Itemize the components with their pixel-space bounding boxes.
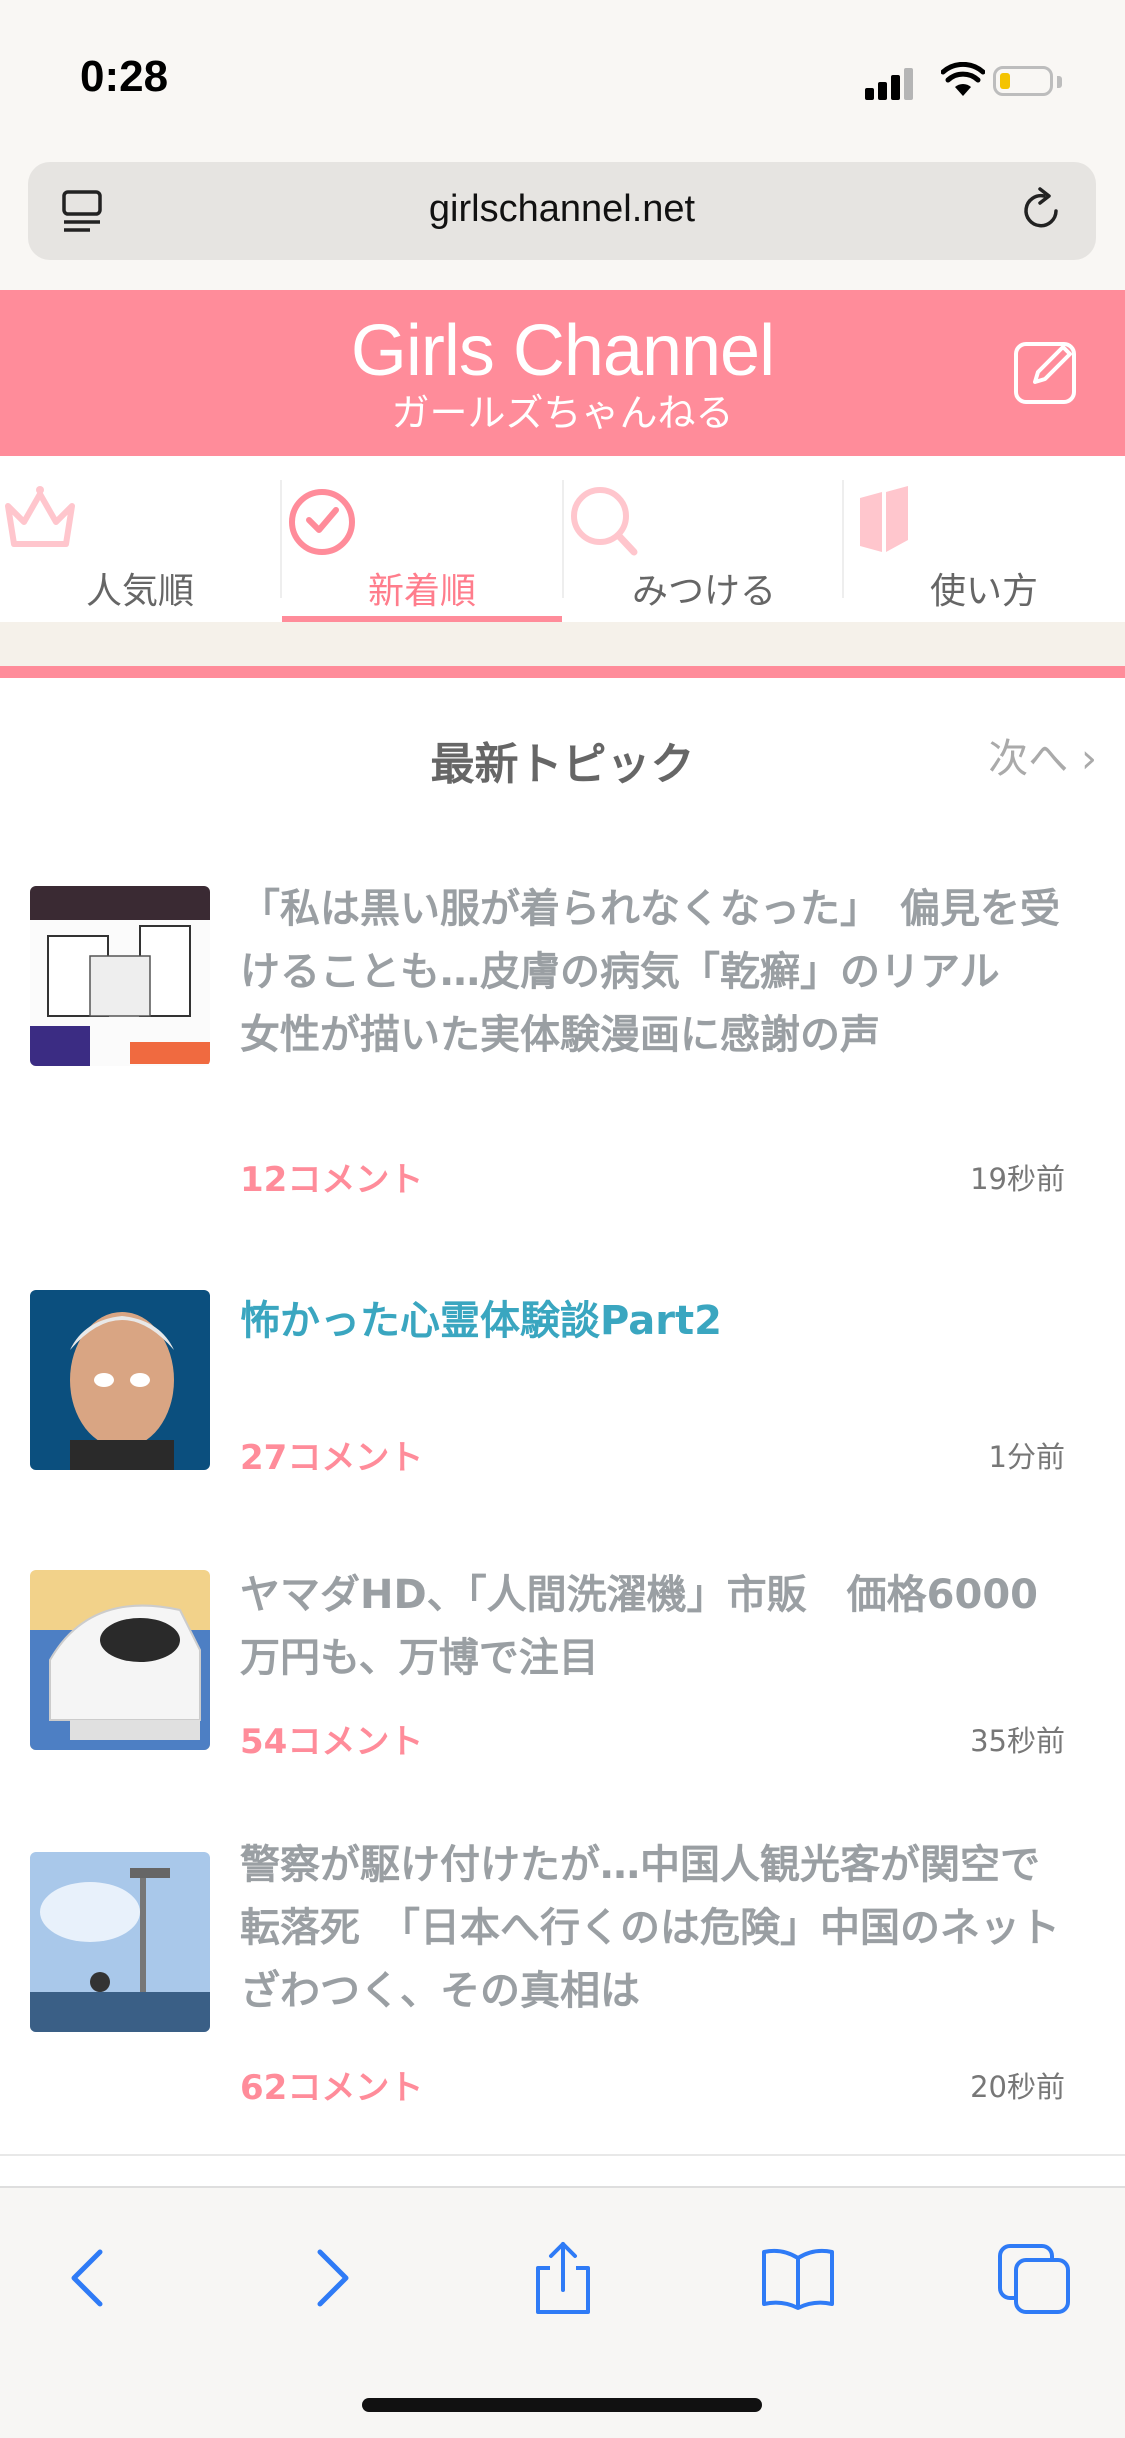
- topic-thumbnail: [30, 886, 210, 1066]
- topic-comment-count: 12コメント: [240, 1160, 424, 1200]
- site-header: Girls Channel ガールズちゃんねる: [0, 290, 1125, 456]
- topic-title[interactable]: 「私は黒い服が着られなくなった」 偏見を受けることも…皮膚の病気「乾癬」のリアル…: [240, 878, 1065, 1067]
- topic-title[interactable]: 怖かった心霊体験談Part2: [240, 1290, 1065, 1353]
- crown-icon: [5, 486, 75, 547]
- back-icon[interactable]: [60, 2238, 120, 2318]
- accent-line: [0, 666, 1125, 678]
- chevron-right-icon: ›: [1081, 736, 1097, 782]
- status-time: 0:28: [80, 52, 169, 101]
- tab-newest[interactable]: 新着順: [282, 456, 562, 622]
- forward-icon[interactable]: [300, 2238, 360, 2318]
- topic-comment-count: 62コメント: [240, 2068, 424, 2108]
- tab-popular-label: 人気順: [85, 571, 194, 612]
- compose-icon[interactable]: [1011, 336, 1081, 406]
- site-logo-subtitle: ガールズちゃんねる: [391, 391, 734, 435]
- topic-timestamp: 35秒前: [970, 1724, 1065, 1758]
- spacer-strip: [0, 622, 1125, 666]
- clock-icon: [289, 489, 355, 555]
- topic-thumbnail: [30, 1570, 210, 1750]
- topic-title[interactable]: 警察が駆け付けたが…中国人観光客が関空で転落死 「日本へ行くのは危険」中国のネッ…: [240, 1834, 1065, 2023]
- topic-thumbnail: [30, 1852, 210, 2032]
- next-page-link[interactable]: 次へ ›: [988, 726, 1097, 784]
- topic-timestamp: 19秒前: [970, 1162, 1065, 1196]
- share-icon[interactable]: [528, 2238, 598, 2318]
- wifi-icon: [941, 62, 985, 96]
- topic-title[interactable]: ヤマダHD、「人間洗濯機」市販 価格6000万円も、万博で注目: [240, 1564, 1065, 1690]
- url-text[interactable]: girlschannel.net: [28, 188, 1096, 231]
- tab-popular[interactable]: 人気順: [0, 456, 280, 622]
- topic-thumbnail: [30, 1290, 210, 1470]
- address-bar[interactable]: girlschannel.net: [28, 162, 1096, 260]
- topic-item[interactable]: 「私は黒い服が着られなくなった」 偏見を受けることも…皮膚の病気「乾癬」のリアル…: [0, 830, 1125, 1242]
- tab-howto[interactable]: 使い方: [844, 456, 1124, 622]
- topic-item[interactable]: ヤマダHD、「人間洗濯機」市販 価格6000万円も、万博で注目 54コメント 3…: [0, 1520, 1125, 1808]
- reload-icon[interactable]: [1016, 186, 1066, 236]
- tab-discover[interactable]: みつける: [564, 456, 844, 622]
- battery-icon: [993, 66, 1053, 96]
- topic-comment-count: 54コメント: [240, 1722, 424, 1762]
- topic-comment-count: 27コメント: [240, 1438, 424, 1478]
- tab-newest-label: 新着順: [367, 571, 476, 612]
- next-page-label: 次へ: [988, 736, 1069, 782]
- section-header: 最新トピック 次へ ›: [0, 678, 1125, 832]
- tab-discover-label: みつける: [631, 571, 776, 612]
- bookmarks-icon[interactable]: [758, 2238, 838, 2318]
- tab-howto-label: 使い方: [929, 571, 1038, 612]
- browser-address-area: girlschannel.net: [0, 150, 1125, 290]
- cellular-signal-icon: [865, 66, 917, 100]
- book-icon: [860, 486, 908, 552]
- search-icon: [571, 487, 638, 556]
- status-icons: [865, 60, 1085, 104]
- tabs-icon[interactable]: [996, 2238, 1076, 2318]
- nav-tabs: 人気順 新着順 みつける 使い方: [0, 456, 1125, 622]
- topic-item[interactable]: 怖かった心霊体験談Part2 27コメント 1分前: [0, 1240, 1125, 1522]
- battery-nub: [1057, 76, 1062, 88]
- topic-item[interactable]: 警察が駆け付けたが…中国人観光客が関空で転落死 「日本へ行くのは危険」中国のネッ…: [0, 1806, 1125, 2156]
- topic-timestamp: 20秒前: [970, 2070, 1065, 2104]
- section-title: 最新トピック: [430, 739, 695, 790]
- home-indicator: [362, 2398, 762, 2412]
- site-logo[interactable]: Girls Channel: [0, 310, 1125, 392]
- topic-timestamp: 1分前: [988, 1440, 1065, 1474]
- status-bar: 0:28: [0, 0, 1125, 150]
